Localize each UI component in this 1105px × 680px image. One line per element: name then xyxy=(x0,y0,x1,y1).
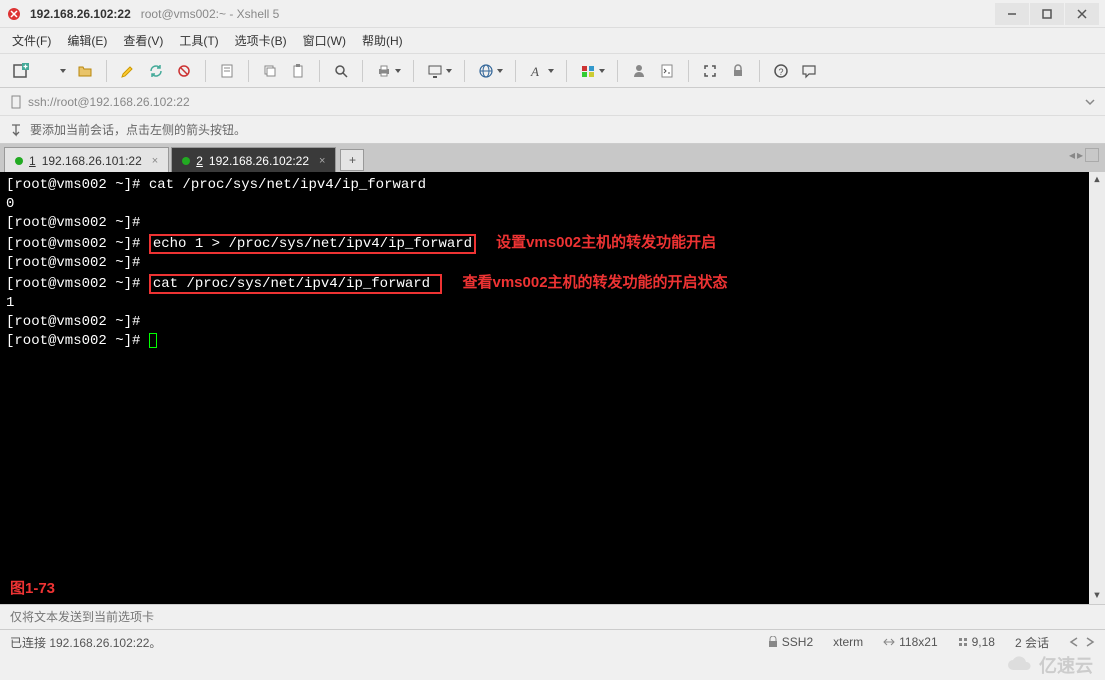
highlight-icon[interactable] xyxy=(117,60,139,82)
figure-label: 图1-73 xyxy=(10,579,55,598)
tab-next-icon[interactable]: ▸ xyxy=(1077,148,1083,162)
output: 0 xyxy=(6,196,14,212)
menu-bar: 文件(F) 编辑(E) 查看(V) 工具(T) 选项卡(B) 窗口(W) 帮助(… xyxy=(0,28,1105,54)
color-icon[interactable] xyxy=(577,60,599,82)
svg-text:A: A xyxy=(530,64,539,79)
tip-bar: 要添加当前会话，点击左侧的箭头按钮。 xyxy=(0,116,1105,144)
menu-tabs[interactable]: 选项卡(B) xyxy=(235,32,287,49)
open-icon[interactable] xyxy=(74,60,96,82)
cursor xyxy=(149,333,157,348)
tab-label: 192.168.26.101:22 xyxy=(42,154,142,168)
address-text[interactable]: ssh://root@192.168.26.102:22 xyxy=(28,95,190,109)
cmd: cat /proc/sys/net/ipv4/ip_forward xyxy=(149,177,426,193)
menu-tools[interactable]: 工具(T) xyxy=(179,32,218,49)
address-bar: ssh://root@192.168.26.102:22 xyxy=(0,88,1105,116)
compose-bar xyxy=(0,604,1105,630)
menu-window[interactable]: 窗口(W) xyxy=(303,32,346,49)
session-tab-1[interactable]: 1 192.168.26.101:22 × xyxy=(4,147,169,173)
script-icon[interactable] xyxy=(656,60,678,82)
title-bar: 192.168.26.102:22 root@vms002:~ - Xshell… xyxy=(0,0,1105,28)
svg-text:?: ? xyxy=(779,67,784,77)
status-nav-icons[interactable] xyxy=(1069,637,1095,647)
status-sessions: 2 会话 xyxy=(1015,634,1049,651)
font-icon[interactable]: A xyxy=(526,60,548,82)
tab-add-button[interactable]: + xyxy=(340,149,364,171)
menu-help[interactable]: 帮助(H) xyxy=(362,32,403,49)
tab-close-icon[interactable]: × xyxy=(319,155,325,167)
session-tab-2[interactable]: 2 192.168.26.102:22 × xyxy=(171,147,336,173)
output: 1 xyxy=(6,295,14,311)
menu-edit[interactable]: 编辑(E) xyxy=(67,32,107,49)
prompt: [root@vms002 ~]# xyxy=(6,255,149,271)
app-icon xyxy=(6,6,22,22)
annotation: 设置vms002主机的转发功能开启 xyxy=(496,234,716,251)
status-bar: 已连接 192.168.26.102:22。 SSH2 xterm 118x21… xyxy=(0,630,1105,654)
status-pos: 9,18 xyxy=(958,635,995,649)
help-icon[interactable]: ? xyxy=(770,60,792,82)
tab-close-icon[interactable]: × xyxy=(152,155,158,167)
prompt: [root@vms002 ~]# xyxy=(6,177,149,193)
copy-icon[interactable] xyxy=(259,60,281,82)
maximize-button[interactable] xyxy=(1030,3,1064,25)
tab-label: 192.168.26.102:22 xyxy=(209,154,309,168)
tab-bar: 1 192.168.26.101:22 × 2 192.168.26.102:2… xyxy=(0,144,1105,172)
status-ssh: SSH2 xyxy=(768,635,813,649)
prompt: [root@vms002 ~]# xyxy=(6,215,149,231)
feedback-icon[interactable] xyxy=(798,60,820,82)
globe-icon[interactable] xyxy=(475,60,497,82)
properties-icon[interactable] xyxy=(216,60,238,82)
menu-view[interactable]: 查看(V) xyxy=(123,32,163,49)
scroll-down-icon[interactable]: ▾ xyxy=(1089,588,1105,604)
window-title-main: 192.168.26.102:22 xyxy=(30,7,131,21)
watermark: 亿速云 xyxy=(1005,652,1093,678)
toolbar: A ? xyxy=(0,54,1105,88)
new-session-dropdown-icon[interactable] xyxy=(38,60,60,82)
disconnect-icon[interactable] xyxy=(173,60,195,82)
compose-input[interactable] xyxy=(10,610,1095,624)
scroll-up-icon[interactable]: ▴ xyxy=(1089,172,1105,188)
transfer-icon[interactable] xyxy=(424,60,446,82)
tab-prev-icon[interactable]: ◂ xyxy=(1069,148,1075,162)
prompt: [root@vms002 ~]# xyxy=(6,236,149,252)
prompt: [root@vms002 ~]# xyxy=(6,276,149,292)
tab-num: 1 xyxy=(29,154,36,168)
user-icon[interactable] xyxy=(628,60,650,82)
lock-icon[interactable] xyxy=(727,60,749,82)
close-button[interactable] xyxy=(1065,3,1099,25)
find-icon[interactable] xyxy=(330,60,352,82)
highlighted-cmd: cat /proc/sys/net/ipv4/ip_forward xyxy=(149,274,443,294)
prompt: [root@vms002 ~]# xyxy=(6,314,149,330)
status-term: xterm xyxy=(833,635,863,649)
status-connection: 已连接 192.168.26.102:22。 xyxy=(10,634,161,651)
window-title-sub: root@vms002:~ - Xshell 5 xyxy=(141,7,280,21)
tip-arrow-icon[interactable] xyxy=(10,123,24,137)
menu-file[interactable]: 文件(F) xyxy=(12,32,51,49)
print-icon[interactable] xyxy=(373,60,395,82)
tab-list-icon[interactable] xyxy=(1085,148,1099,162)
terminal[interactable]: [root@vms002 ~]# cat /proc/sys/net/ipv4/… xyxy=(0,172,1105,604)
minimize-button[interactable] xyxy=(995,3,1029,25)
reconnect-icon[interactable] xyxy=(145,60,167,82)
new-session-icon[interactable] xyxy=(10,60,32,82)
status-size: 118x21 xyxy=(883,635,937,649)
status-dot-icon xyxy=(182,157,190,165)
annotation: 查看vms002主机的转发功能的开启状态 xyxy=(462,274,727,291)
tip-text: 要添加当前会话，点击左侧的箭头按钮。 xyxy=(30,121,246,138)
fullscreen-icon[interactable] xyxy=(699,60,721,82)
highlighted-cmd: echo 1 > /proc/sys/net/ipv4/ip_forward xyxy=(149,234,476,254)
scrollbar[interactable]: ▴ ▾ xyxy=(1089,172,1105,604)
bookmark-icon[interactable] xyxy=(10,95,22,109)
status-dot-icon xyxy=(15,157,23,165)
paste-icon[interactable] xyxy=(287,60,309,82)
prompt: [root@vms002 ~]# xyxy=(6,333,149,349)
address-dropdown-icon[interactable] xyxy=(1085,97,1095,107)
tab-num: 2 xyxy=(196,154,203,168)
